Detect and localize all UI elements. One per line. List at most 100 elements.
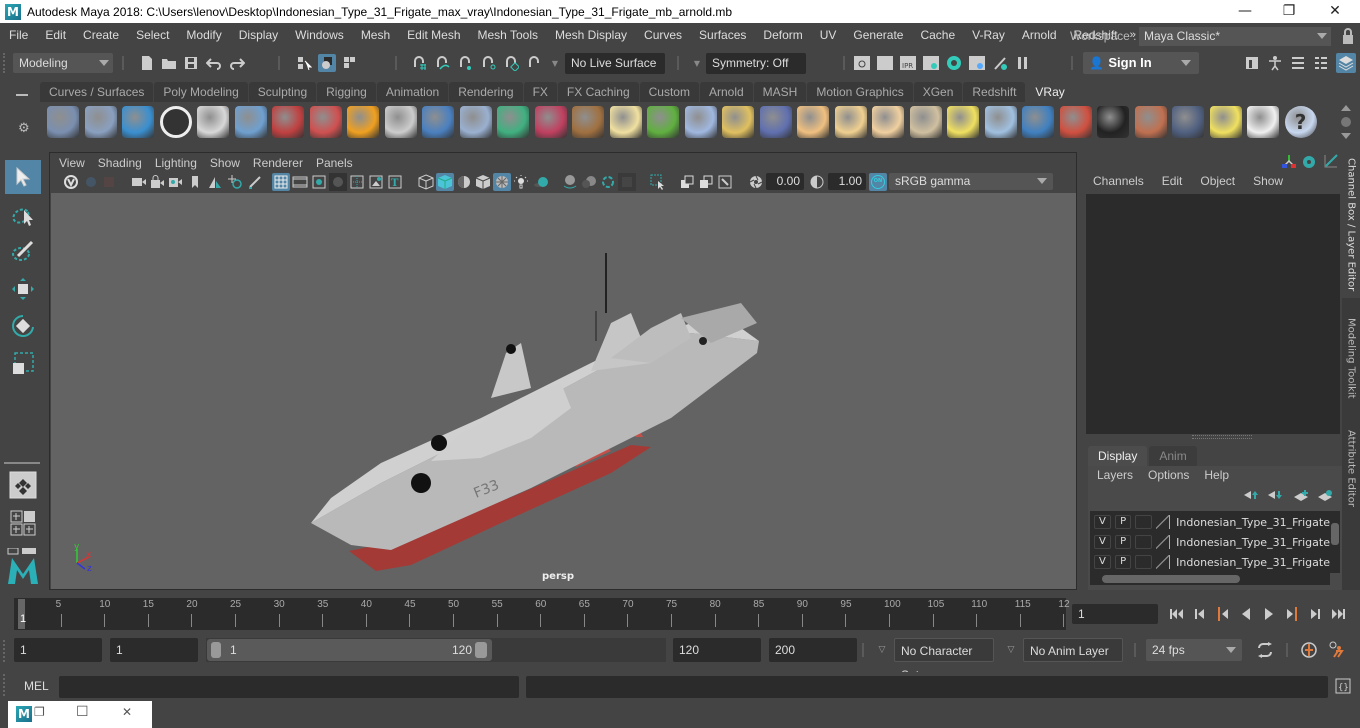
scrollbar-thumb[interactable] bbox=[1331, 523, 1339, 545]
fps-select[interactable]: 24 fps bbox=[1146, 639, 1242, 661]
panel-menu-shading[interactable]: Shading bbox=[89, 156, 142, 170]
help-icon[interactable]: ? bbox=[1284, 106, 1317, 138]
smooth-shade-icon[interactable] bbox=[436, 173, 454, 191]
auto-key-icon[interactable] bbox=[1300, 641, 1318, 659]
range-start-handle[interactable] bbox=[211, 642, 221, 658]
menu-windows[interactable]: Windows bbox=[286, 28, 352, 42]
make-live-icon[interactable] bbox=[502, 54, 520, 72]
vray-settings-doc-icon[interactable] bbox=[197, 106, 229, 138]
select-camera-icon[interactable] bbox=[130, 173, 148, 191]
range-slider-track[interactable]: 1 120 bbox=[206, 638, 666, 662]
hypershade-icon[interactable] bbox=[945, 54, 963, 72]
vray-camera-icon[interactable] bbox=[272, 106, 304, 138]
character-set-dropdown-icon[interactable]: ▽ bbox=[873, 641, 891, 659]
restore-button[interactable]: ❐ bbox=[34, 705, 45, 719]
vray-export-icon[interactable] bbox=[47, 106, 79, 138]
vray-curve-icon[interactable] bbox=[722, 106, 754, 138]
playback-end-field[interactable]: 120 bbox=[673, 638, 761, 662]
vray-toggle-icon[interactable] bbox=[62, 173, 80, 191]
layer-color-swatch[interactable] bbox=[1156, 535, 1171, 549]
lock-camera-icon[interactable] bbox=[148, 173, 166, 191]
screen-space-ao-icon[interactable] bbox=[561, 173, 579, 191]
2d-pan-zoom-icon[interactable] bbox=[226, 173, 244, 191]
vray-scatter-icon[interactable] bbox=[684, 106, 717, 138]
menu-modify[interactable]: Modify bbox=[177, 28, 229, 42]
channel-menu-show[interactable]: Show bbox=[1253, 174, 1283, 188]
menu-edit-mesh[interactable]: Edit Mesh bbox=[398, 28, 468, 42]
color-management-toggle[interactable]: ON bbox=[869, 173, 887, 191]
single-perspective-layout-button[interactable] bbox=[5, 468, 41, 502]
shadows-icon[interactable] bbox=[532, 173, 550, 191]
vray-rect-light-icon[interactable] bbox=[422, 106, 454, 138]
maximize-button[interactable]: ❐ bbox=[1266, 0, 1312, 23]
menu-vray[interactable]: V-Ray bbox=[963, 28, 1013, 42]
menu-mesh[interactable]: Mesh bbox=[352, 28, 398, 42]
bookmark-icon[interactable] bbox=[186, 173, 204, 191]
four-view-layout-button[interactable] bbox=[5, 506, 41, 540]
step-forward-key-button[interactable] bbox=[1285, 607, 1299, 621]
layer-color-swatch[interactable] bbox=[1156, 555, 1171, 569]
shelf-tab-rigging[interactable]: Rigging bbox=[317, 82, 376, 102]
menu-file[interactable]: File bbox=[0, 28, 36, 42]
scale-tool[interactable] bbox=[5, 346, 41, 380]
go-to-end-button[interactable] bbox=[1331, 607, 1345, 621]
workspace-select[interactable]: Maya Classic* bbox=[1139, 27, 1331, 46]
panel-menu-renderer[interactable]: Renderer bbox=[244, 156, 303, 170]
go-to-start-button[interactable] bbox=[1170, 607, 1184, 621]
scrollbar-thumb[interactable] bbox=[1102, 575, 1240, 583]
step-back-key-button[interactable] bbox=[1216, 607, 1230, 621]
menuset-select[interactable]: Modeling bbox=[13, 53, 113, 73]
shelf-scroll-arrows[interactable] bbox=[1340, 104, 1352, 140]
light-editor-icon[interactable] bbox=[991, 54, 1009, 72]
loop-playback-icon[interactable] bbox=[1256, 641, 1274, 659]
layer-list-vertical-scrollbar[interactable] bbox=[1330, 511, 1340, 573]
shelf-tab-mash[interactable]: MASH bbox=[753, 82, 807, 102]
vray-checker-icon[interactable] bbox=[1097, 106, 1129, 138]
pause-viewport-icon[interactable] bbox=[1014, 54, 1032, 72]
animation-start-field[interactable]: 1 bbox=[14, 638, 102, 662]
shelf-tab-vray[interactable]: VRay bbox=[1026, 82, 1074, 102]
grid-toggle-icon[interactable] bbox=[272, 173, 290, 191]
splitter-handle[interactable] bbox=[1192, 435, 1252, 439]
layer-row[interactable]: V P Indonesian_Type_31_Frigate bbox=[1090, 552, 1330, 572]
symmetry-dropdown-icon[interactable]: ▼ bbox=[688, 54, 706, 72]
camera-attributes-icon[interactable] bbox=[166, 173, 184, 191]
script-language-toggle[interactable]: MEL bbox=[24, 679, 49, 693]
menu-surfaces[interactable]: Surfaces bbox=[690, 28, 754, 42]
manipulator-icon[interactable] bbox=[1280, 152, 1298, 170]
side-tab-channel-box-layer-editor[interactable]: Channel Box / Layer Editor bbox=[1342, 152, 1360, 298]
menu-mesh-display[interactable]: Mesh Display bbox=[546, 28, 635, 42]
side-tab-attribute-editor[interactable]: Attribute Editor bbox=[1342, 424, 1360, 520]
layer-tab-anim[interactable]: Anim bbox=[1149, 446, 1197, 466]
menu-curves[interactable]: Curves bbox=[635, 28, 690, 42]
step-forward-frame-button[interactable] bbox=[1308, 607, 1322, 621]
character-controls-toggle-icon[interactable] bbox=[1266, 54, 1284, 72]
sign-in-button[interactable]: 👤 Sign In bbox=[1083, 52, 1199, 74]
channel-box-toggle-icon[interactable] bbox=[1336, 53, 1356, 73]
snap-to-point-icon[interactable] bbox=[456, 54, 474, 72]
shelf-tab-rendering[interactable]: Rendering bbox=[449, 82, 523, 102]
rotate-tool[interactable] bbox=[5, 309, 41, 343]
menu-deform[interactable]: Deform bbox=[754, 28, 810, 42]
panel-menu-panels[interactable]: Panels bbox=[307, 156, 353, 170]
safe-title-icon[interactable]: T bbox=[386, 173, 404, 191]
vray-globe-icon[interactable] bbox=[759, 106, 792, 138]
lasso-tool[interactable] bbox=[5, 198, 41, 232]
layer-menu-options[interactable]: Options bbox=[1148, 468, 1189, 482]
vray-volume-icon[interactable] bbox=[497, 106, 529, 138]
vray-settings-panel-icon[interactable] bbox=[1172, 106, 1204, 138]
layer-display-type-toggle[interactable] bbox=[1135, 555, 1153, 569]
render-frame-icon[interactable] bbox=[876, 54, 894, 72]
vray-grass-icon[interactable] bbox=[647, 106, 679, 138]
vray-spot-light-icon[interactable] bbox=[834, 106, 867, 138]
shelf-settings-gear-icon[interactable]: ⚙ bbox=[18, 121, 30, 136]
gamma-icon[interactable] bbox=[808, 173, 826, 191]
symmetry-field[interactable]: Symmetry: Off bbox=[706, 53, 806, 74]
menu-display[interactable]: Display bbox=[230, 28, 286, 42]
layer-visibility-toggle[interactable]: V bbox=[1094, 535, 1111, 549]
time-slider[interactable]: 1 5 10 15 20 25 30 35 40 45 50 55 60 65 70 75 80 85 90 95 1… bbox=[14, 598, 1070, 630]
range-end-handle[interactable] bbox=[475, 642, 487, 658]
script-editor-icon[interactable]: {} bbox=[1334, 677, 1352, 695]
layer-name[interactable]: Indonesian_Type_31_Frigate bbox=[1176, 556, 1330, 569]
animation-preferences-icon[interactable] bbox=[1328, 641, 1346, 659]
